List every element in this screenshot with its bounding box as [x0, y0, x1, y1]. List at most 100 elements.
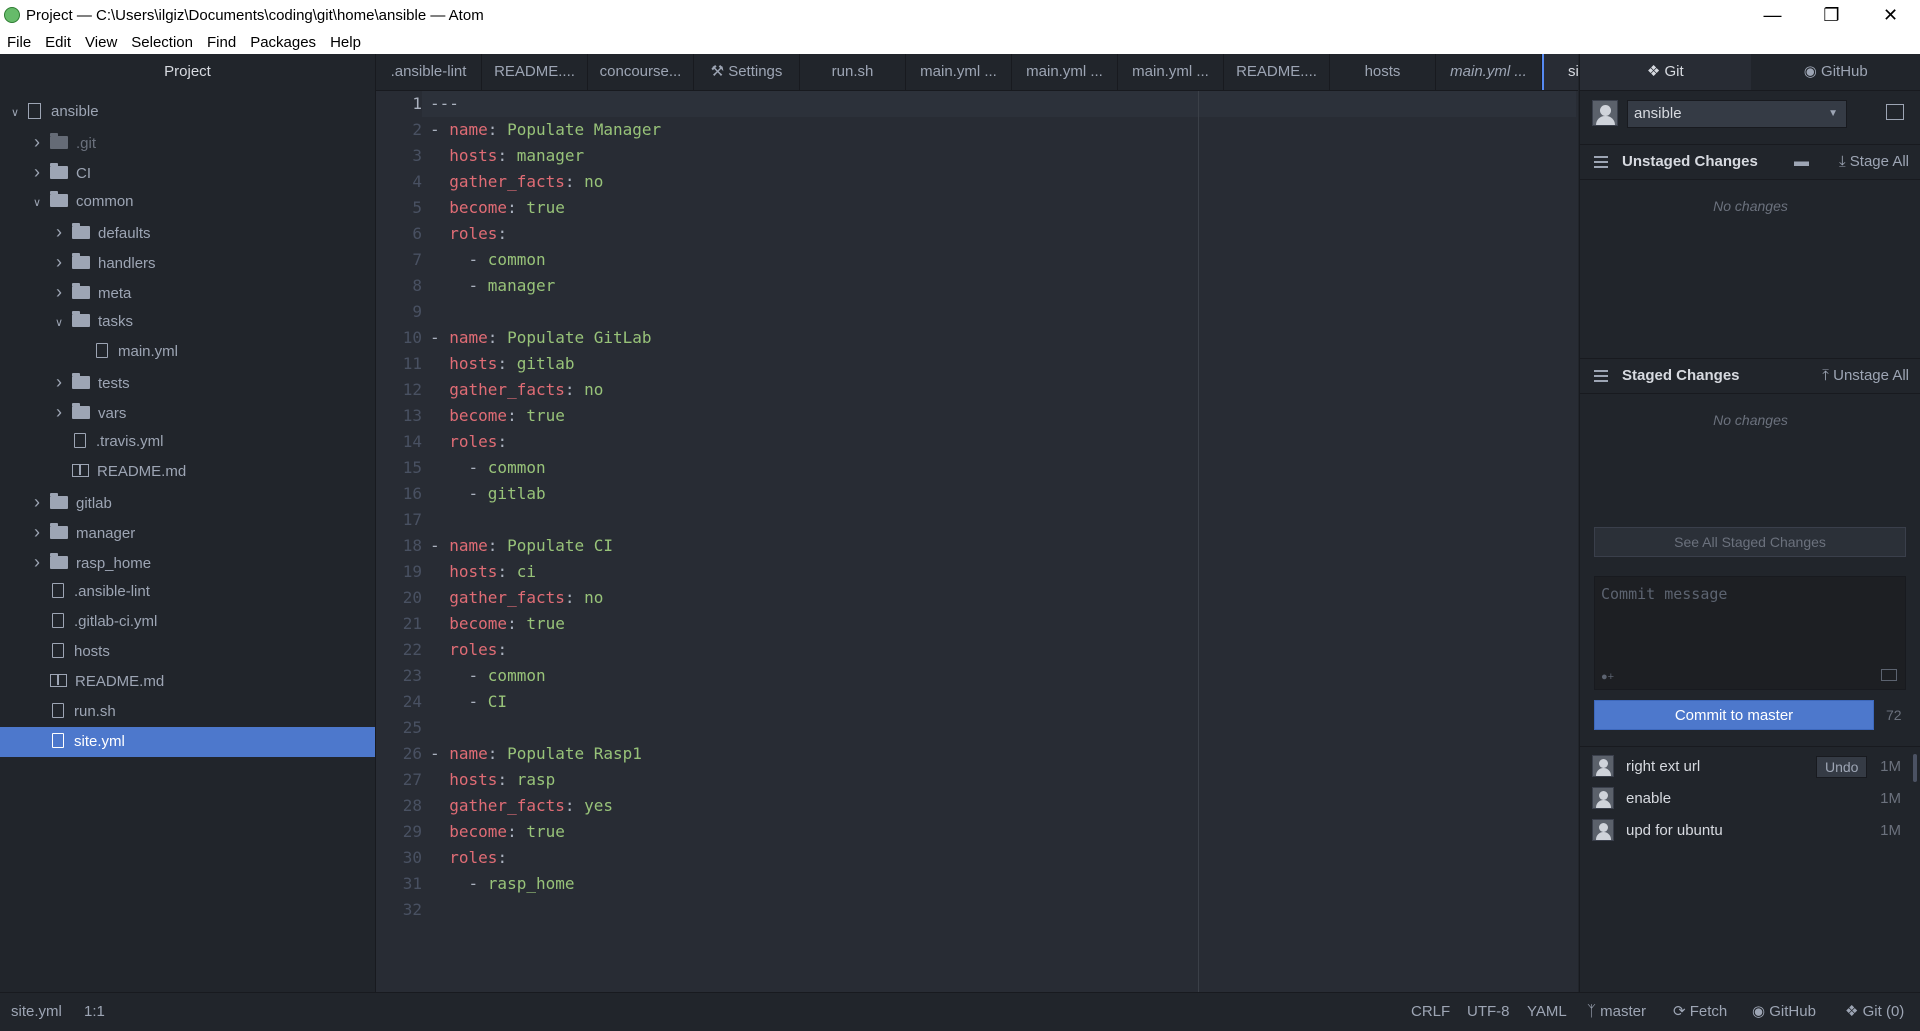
yaml-punctuation: - — [430, 328, 449, 347]
code-line: hosts: ci — [430, 559, 536, 585]
code-line: become: true — [430, 611, 565, 637]
line-number: 29 — [376, 819, 422, 845]
status-grammar[interactable]: YAML — [1527, 993, 1567, 1031]
yaml-punctuation: : — [565, 380, 584, 399]
commits-scrollbar[interactable] — [1913, 754, 1917, 782]
editor-tab[interactable]: main.yml ... — [906, 54, 1012, 90]
menu-view[interactable]: View — [85, 34, 117, 51]
recent-commit[interactable]: right ext urlUndo1M — [1580, 751, 1920, 783]
tree-item[interactable]: ›.git — [0, 127, 375, 157]
editor-tab[interactable]: README.... — [1224, 54, 1330, 90]
editor-tab[interactable]: site — [1542, 54, 1578, 90]
status-cursor-position[interactable]: 1:1 — [84, 993, 105, 1031]
editor-tab[interactable]: ⚒ Settings — [694, 54, 800, 90]
tree-item[interactable]: ›tests — [0, 367, 375, 397]
discard-all-icon[interactable]: ▬ — [1794, 145, 1809, 179]
commit-button[interactable]: Commit to master — [1594, 700, 1874, 730]
menu-help[interactable]: Help — [330, 34, 361, 51]
close-button[interactable]: ✕ — [1861, 0, 1920, 30]
repository-select[interactable]: ansible ▼ — [1627, 100, 1847, 128]
yaml-value: common — [488, 666, 546, 685]
tree-item[interactable]: ›rasp_home — [0, 547, 375, 577]
editor-tab[interactable]: hosts — [1330, 54, 1436, 90]
chevron-right-icon: › — [52, 277, 66, 307]
tree-item-label: site.yml — [74, 733, 125, 750]
yaml-value: CI — [488, 692, 507, 711]
tab-github[interactable]: ◉ GitHub — [1751, 54, 1920, 90]
menu-selection[interactable]: Selection — [131, 34, 193, 51]
editor-tab[interactable]: .ansible-lint — [376, 54, 482, 90]
status-branch[interactable]: ᛉ master — [1587, 993, 1646, 1031]
editor-tab[interactable]: main.yml ... — [1118, 54, 1224, 90]
status-file-path[interactable]: site.yml — [11, 993, 62, 1031]
tree-item-label: run.sh — [74, 703, 116, 720]
file-text-icon — [52, 583, 64, 598]
commit-author-avatar — [1592, 819, 1614, 841]
yaml-value: no — [584, 588, 603, 607]
menu-find[interactable]: Find — [207, 34, 236, 51]
unstaged-changes-header: Unstaged Changes ▬ ⤓ Stage All — [1580, 144, 1920, 180]
see-all-staged-changes-button[interactable]: See All Staged Changes — [1594, 527, 1906, 557]
tree-item[interactable]: ›vars — [0, 397, 375, 427]
recent-commit[interactable]: upd for ubuntu1M — [1580, 815, 1920, 847]
tree-item[interactable]: run.sh — [0, 697, 375, 727]
yaml-value: no — [584, 380, 603, 399]
status-line-ending[interactable]: CRLF — [1411, 993, 1450, 1031]
tree-item[interactable]: ›CI — [0, 157, 375, 187]
tree-item[interactable]: ›defaults — [0, 217, 375, 247]
yaml-punctuation — [430, 380, 449, 399]
tree-item[interactable]: ∨tasks — [0, 307, 375, 337]
status-git[interactable]: ❖ Git (0) — [1845, 993, 1904, 1031]
menu-packages[interactable]: Packages — [250, 34, 316, 51]
tree-item[interactable]: ›meta — [0, 277, 375, 307]
editor-tab[interactable]: main.yml ... — [1012, 54, 1118, 90]
co-author-icon[interactable]: ●+ — [1601, 671, 1614, 683]
menu-file[interactable]: File — [7, 34, 31, 51]
status-github[interactable]: ◉ GitHub — [1752, 993, 1816, 1031]
tree-item[interactable]: main.yml — [0, 337, 375, 367]
minimize-button[interactable]: — — [1743, 0, 1802, 30]
code-line: hosts: rasp — [430, 767, 555, 793]
tree-item[interactable]: ∨common — [0, 187, 375, 217]
status-fetch[interactable]: ⟳ Fetch — [1673, 993, 1727, 1031]
unstaged-empty-text: No changes — [1580, 198, 1920, 214]
tree-item[interactable]: hosts — [0, 637, 375, 667]
line-number: 20 — [376, 585, 422, 611]
recent-commit[interactable]: enable1M — [1580, 783, 1920, 815]
tree-item[interactable]: README.md — [0, 667, 375, 697]
undo-commit-button[interactable]: Undo — [1816, 756, 1867, 778]
expand-editor-icon[interactable] — [1881, 669, 1897, 681]
tree-item[interactable]: ›handlers — [0, 247, 375, 277]
tab-git[interactable]: ❖ Git — [1580, 54, 1751, 90]
folder-icon — [50, 556, 68, 569]
tree-item[interactable]: .ansible-lint — [0, 577, 375, 607]
editor-tab[interactable]: run.sh — [800, 54, 906, 90]
code-line: become: true — [430, 819, 565, 845]
yaml-value: Populate Rasp1 — [507, 744, 642, 763]
commit-message-input[interactable] — [1595, 577, 1905, 667]
tree-item[interactable]: .gitlab-ci.yml — [0, 607, 375, 637]
yaml-key: become — [449, 614, 507, 633]
menu-edit[interactable]: Edit — [45, 34, 71, 51]
tree-item[interactable]: README.md — [0, 457, 375, 487]
line-number: 10 — [376, 325, 422, 351]
editor-tab[interactable]: main.yml ... — [1436, 54, 1542, 90]
yaml-key: become — [449, 406, 507, 425]
tree-item[interactable]: site.yml — [0, 727, 375, 757]
line-number: 14 — [376, 429, 422, 455]
maximize-button[interactable]: ❐ — [1802, 0, 1861, 30]
editor-tab[interactable]: README.... — [482, 54, 588, 90]
editor-tab[interactable]: concourse... — [588, 54, 694, 90]
tree-item[interactable]: ›gitlab — [0, 487, 375, 517]
tree-item[interactable]: ∨ansible — [0, 97, 375, 127]
yaml-key: hosts — [449, 562, 497, 581]
yaml-punctuation: : — [497, 640, 507, 659]
tree-item[interactable]: .travis.yml — [0, 427, 375, 457]
unstage-all-button[interactable]: ⤒ Unstage All — [1822, 359, 1909, 393]
stage-all-button[interactable]: ⤓ Stage All — [1839, 145, 1909, 179]
copy-icon[interactable] — [1886, 104, 1904, 120]
yaml-punctuation: : — [497, 224, 507, 243]
text-editor[interactable]: 1234567891011121314151617181920212223242… — [376, 91, 1578, 992]
tree-item[interactable]: ›manager — [0, 517, 375, 547]
status-encoding[interactable]: UTF-8 — [1467, 993, 1510, 1031]
